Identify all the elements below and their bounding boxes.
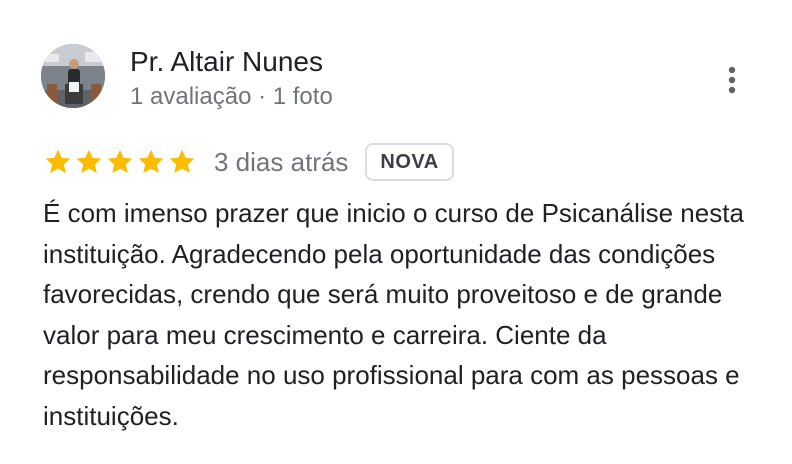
more-options-button[interactable]: [716, 62, 748, 98]
review-date: 3 dias atrás: [214, 147, 349, 177]
review-card: Pr. Altair Nunes 1 avaliação · 1 foto 3 …: [0, 0, 792, 464]
new-badge: NOVA: [365, 143, 454, 181]
author-meta: 1 avaliação · 1 foto: [130, 83, 333, 110]
star-icon: [138, 149, 164, 173]
star-icon: [76, 149, 102, 173]
star-icon: [169, 149, 195, 173]
review-text: É com imenso prazer que inicio o curso d…: [43, 198, 744, 431]
star-icon: [45, 149, 71, 173]
avatar-photo: [41, 44, 105, 108]
avatar[interactable]: [41, 44, 105, 108]
author-name[interactable]: Pr. Altair Nunes: [130, 45, 323, 79]
more-vert-icon: [728, 66, 736, 94]
star-rating: [43, 147, 197, 177]
rating-row: 3 dias atrás NOVA: [43, 142, 454, 182]
star-icon: [107, 149, 133, 173]
